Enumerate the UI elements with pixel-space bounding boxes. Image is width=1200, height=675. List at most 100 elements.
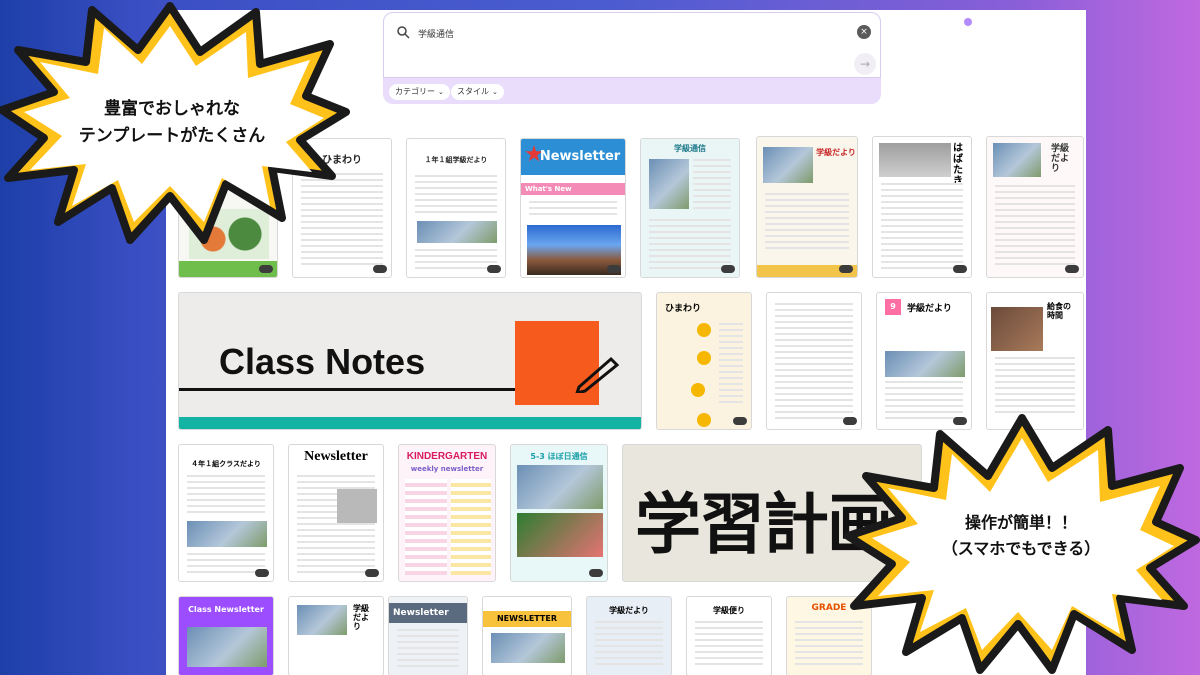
callout-line: （スマホでもできる） [941, 538, 1101, 558]
template-card[interactable]: Newsletter What's New [520, 138, 626, 278]
template-thumbnail [337, 489, 377, 523]
template-badge-icon [721, 265, 735, 273]
chevron-down-icon: ⌄ [492, 88, 498, 96]
template-body-lines [775, 303, 853, 423]
template-body-lines [649, 219, 731, 273]
template-body-lines [405, 479, 447, 575]
template-title: 給食の時間 [1047, 302, 1071, 320]
category-filter-chip[interactable]: カテゴリー ⌄ [389, 84, 450, 100]
template-thumbnail [879, 143, 951, 177]
template-badge-icon [259, 265, 273, 273]
template-badge-icon [607, 265, 621, 273]
template-card[interactable]: Class Newsletter [178, 596, 274, 675]
template-badge-icon [839, 265, 853, 273]
template-body-lines [187, 553, 265, 575]
template-title: 学級だより [816, 148, 856, 157]
template-card[interactable]: 学級だより [586, 596, 672, 675]
callout-text-bottom-right: 操作が簡単！！ （スマホでもできる） [886, 510, 1156, 561]
template-badge-icon [373, 265, 387, 273]
clear-search-button[interactable]: × [857, 25, 871, 39]
chevron-down-icon: ⌄ [438, 88, 444, 96]
template-thumbnail [417, 221, 497, 243]
search-panel: × → カテゴリー⌄ スタイル⌄ [383, 12, 881, 104]
template-subtitle: weekly newsletter [410, 465, 484, 473]
template-badge-icon [1065, 265, 1079, 273]
template-card[interactable]: 5-3 ほぼ日通信 [510, 444, 608, 582]
template-thumbnail [991, 307, 1043, 351]
template-title: NEWSLETTER [483, 611, 571, 627]
template-thumbnail [763, 147, 813, 183]
template-card[interactable]: ４年１組クラスだより [178, 444, 274, 582]
template-title: Newsletter [304, 449, 368, 464]
template-card[interactable]: はばたき [872, 136, 972, 278]
template-card[interactable]: ひまわり [656, 292, 752, 430]
template-badge-icon [953, 265, 967, 273]
template-body-lines [451, 479, 491, 575]
template-badge-icon [255, 569, 269, 577]
template-card[interactable]: 学級便り [686, 596, 772, 675]
template-thumbnail [517, 465, 603, 509]
status-dot [964, 18, 972, 26]
sunflower-icon [697, 323, 711, 337]
template-thumbnail [297, 605, 347, 635]
template-title: ひまわり [665, 304, 702, 314]
template-card[interactable]: Newsletter [388, 596, 468, 675]
category-chip-label: カテゴリー [395, 87, 435, 96]
search-icon [397, 26, 410, 39]
template-card[interactable]: 学級だより [986, 136, 1084, 278]
template-badge-icon [589, 569, 603, 577]
template-card[interactable]: １年１組学級だより [406, 138, 506, 278]
template-card-class-notes[interactable]: Class Notes [178, 292, 642, 430]
template-title: ４年１組クラスだより [191, 460, 261, 468]
template-title: 5-3 ほぼ日通信 [530, 452, 588, 461]
template-card[interactable]: KINDERGARTEN weekly newsletter [398, 444, 496, 582]
style-filter-chip[interactable]: スタイル ⌄ [451, 84, 504, 100]
template-body-lines [397, 629, 459, 669]
template-thumbnail [187, 627, 267, 667]
teal-bar-decoration [179, 417, 641, 429]
template-card[interactable]: Newsletter [288, 444, 384, 582]
template-body-lines [595, 621, 663, 669]
style-chip-label: スタイル [457, 87, 489, 96]
template-thumbnail [649, 159, 689, 209]
template-title: Newsletter [539, 149, 621, 164]
template-card[interactable]: 学級だより [756, 136, 858, 278]
template-thumbnail [517, 513, 603, 557]
template-body-lines [415, 175, 497, 215]
template-title: Newsletter [389, 603, 467, 623]
template-badge-icon [733, 417, 747, 425]
search-input[interactable] [418, 23, 818, 43]
template-body-lines [529, 201, 617, 219]
section-heading: What's New [521, 183, 625, 195]
template-thumbnail [885, 351, 965, 377]
template-badge-icon [365, 569, 379, 577]
template-body-lines [695, 621, 763, 669]
template-card[interactable]: 学級通信 [640, 138, 740, 278]
callout-text-top-left: 豊富でおしゃれな テンプレートがたくさん [44, 96, 300, 150]
template-badge-icon [487, 265, 501, 273]
template-thumbnail [491, 633, 565, 663]
submit-search-button[interactable]: → [854, 53, 876, 75]
search-box[interactable]: × → [383, 12, 881, 78]
callout-line: テンプレートがたくさん [78, 126, 266, 147]
template-card[interactable]: 学級だより [288, 596, 384, 675]
month-badge: 9 [885, 299, 901, 315]
template-body-lines [995, 185, 1075, 265]
template-title: 学級通信 [674, 144, 706, 153]
template-title: 学級だより [353, 604, 369, 631]
template-card[interactable]: NEWSLETTER [482, 596, 572, 675]
template-title: KINDERGARTEN [406, 451, 488, 462]
template-title: はばたき [953, 143, 963, 187]
template-thumbnail [187, 521, 267, 547]
template-body-lines [881, 183, 963, 273]
pencil-icon [575, 356, 620, 393]
template-body-lines [995, 357, 1075, 417]
template-title: Class Notes [219, 341, 426, 382]
template-body-lines [719, 323, 743, 403]
template-title: 学級便り [713, 606, 745, 615]
callout-line: 操作が簡単！！ [964, 513, 1077, 532]
callout-line: 豊富でおしゃれな [104, 99, 240, 119]
template-body-lines [187, 475, 265, 515]
template-body-lines [693, 159, 731, 209]
template-body-lines [765, 193, 849, 251]
